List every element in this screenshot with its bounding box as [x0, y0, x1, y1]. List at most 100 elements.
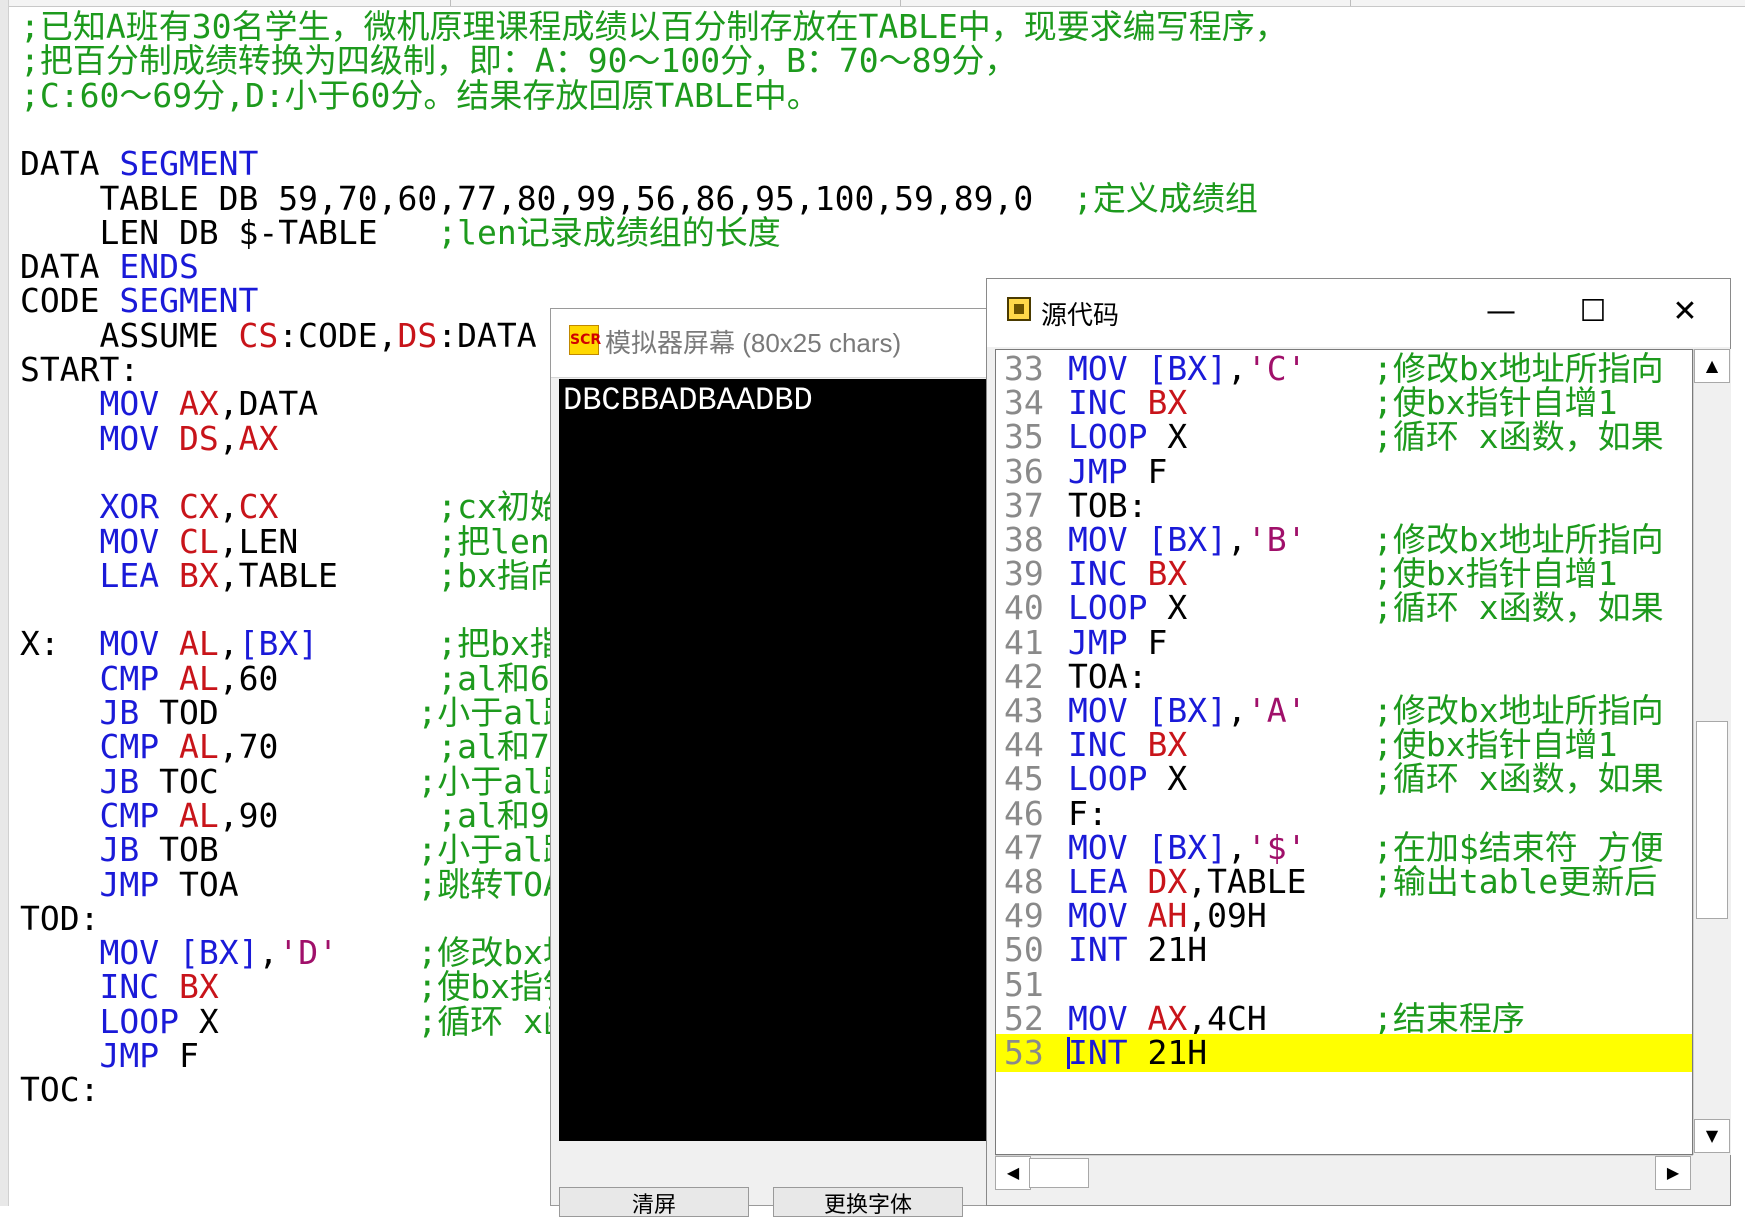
code-line[interactable]: ;C:60～69分,D:小于60分。结果存放回原TABLE中。 — [20, 75, 820, 115]
arrow-up-icon[interactable]: ▲ — [1694, 349, 1730, 383]
code-line[interactable]: CMP AL,60 ;al和60比较 — [20, 659, 635, 698]
code-token: AX — [178, 384, 219, 424]
chip-icon — [1007, 297, 1031, 321]
code-token: XOR — [99, 487, 179, 527]
code-token: MOV — [99, 521, 179, 561]
code-line[interactable]: DATA SEGMENT — [20, 145, 258, 183]
code-token: LOOP — [99, 1001, 199, 1041]
code-line[interactable]: ASSUME CS:CODE,DS:DATA — [20, 315, 536, 355]
code-token: 21H — [1147, 1033, 1208, 1072]
code-token: DATA — [20, 247, 120, 287]
code-token: DS — [397, 315, 438, 355]
code-token: MOV — [1068, 827, 1148, 867]
arrow-down-icon[interactable]: ▼ — [1694, 1119, 1730, 1153]
clear-screen-button[interactable]: 清屏 — [559, 1187, 749, 1217]
source-code-window[interactable]: 源代码 — ☐ ✕ 33 MOV [BX],'C' ;修改bx地址所指向 34 INC … — [986, 278, 1731, 1206]
code-token: MOV — [99, 624, 179, 664]
code-token: LOOP — [1068, 417, 1168, 457]
code-line[interactable]: JMP TOA ;跳转TOA — [20, 864, 563, 904]
code-line[interactable]: MOV [BX],'D' ;修改bx地址 — [20, 934, 609, 972]
code-token: ,70 — [218, 727, 279, 767]
vertical-scroll-thumb[interactable] — [1696, 721, 1728, 919]
code-line[interactable]: JB TOC ;小于al跳转 — [20, 761, 609, 801]
source-window-title: 源代码 — [1041, 300, 1120, 330]
code-token: MOV — [1068, 896, 1148, 936]
code-token: MOV — [1068, 998, 1148, 1038]
code-line[interactable]: LOOP X ;循环 x函数 — [20, 1001, 609, 1041]
code-token: AX — [1147, 998, 1188, 1038]
code-token: INC — [1068, 725, 1148, 765]
code-line[interactable]: X: MOV AL,[BX] ;把bx指向的 — [20, 625, 629, 663]
change-font-button[interactable]: 更换字体 — [773, 1187, 963, 1217]
code-token: ,TABLE — [218, 555, 338, 595]
code-token: DATA — [20, 144, 120, 184]
code-line[interactable]: INC BX ;使bx指针 — [20, 968, 576, 1006]
vertical-scrollbar[interactable]: ▲ ▼ — [1693, 349, 1731, 1155]
code-token: ,90 — [218, 795, 279, 835]
code-token: ;定义成绩组 — [1073, 178, 1258, 218]
code-token: TOC — [159, 761, 219, 801]
code-line[interactable]: CMP AL,90 ;al和90比较 — [20, 795, 635, 835]
code-line[interactable]: ;把百分制成绩转换为四级制，即：A：90～100分，B：70～89分， — [20, 42, 1017, 80]
code-token: X — [1167, 417, 1188, 457]
code-line[interactable]: MOV CL,LEN ;把len长度 — [20, 521, 615, 561]
text-caret — [1067, 1037, 1070, 1069]
code-token: :CODE, — [278, 315, 398, 355]
code-line[interactable]: CODE SEGMENT — [20, 282, 258, 320]
code-line[interactable]: TOD: — [20, 899, 99, 938]
code-line[interactable]: TABLE DB 59,70,60,77,80,99,56,86,95,100,… — [20, 178, 1258, 218]
line-number: 36 — [1004, 451, 1044, 491]
code-line[interactable]: MOV DS,AX — [20, 419, 278, 458]
source-code-editor[interactable]: 33 MOV [BX],'C' ;修改bx地址所指向 34 INC BX ;使bx指针自增… — [995, 349, 1693, 1155]
code-token: , — [1226, 349, 1247, 388]
code-line[interactable]: ;已知A班有30名学生，微机原理课程成绩以百分制存放在TABLE中，现要求编写程… — [20, 8, 1288, 46]
arrow-right-icon[interactable]: ▶ — [1655, 1156, 1691, 1190]
emulator-title-bar[interactable]: SCR 模拟器屏幕 (80x25 chars) — [551, 309, 994, 378]
code-line[interactable]: CMP AL,70 ;al和70比较 — [20, 727, 635, 767]
line-comment: ;结束程序 — [1373, 998, 1525, 1038]
line-number: 53 — [1004, 1033, 1044, 1072]
code-token: BX — [178, 555, 219, 595]
code-line[interactable]: START: — [20, 351, 139, 389]
code-line[interactable]: JB TOD ;小于al跳转 — [20, 694, 609, 732]
code-line[interactable]: LEN DB $-TABLE ;len记录成绩组的长度 — [20, 213, 780, 252]
code-line[interactable]: XOR CX,CX ;cx初始化 — [20, 487, 595, 527]
minimize-button[interactable]: — — [1457, 285, 1545, 339]
code-line[interactable]: JB TOB ;小于al跳转 — [20, 831, 609, 869]
close-button[interactable]: ✕ — [1641, 285, 1729, 339]
arrow-left-icon[interactable]: ◀ — [995, 1156, 1031, 1190]
code-token: ;把百分制成绩转换为四级制，即：A：90～100分，B：70～89分， — [20, 41, 1018, 81]
horizontal-scrollbar[interactable]: ◀ ▶ — [995, 1155, 1693, 1191]
code-token: ,4CH — [1187, 998, 1267, 1038]
source-title-bar[interactable]: 源代码 — ☐ ✕ — [987, 279, 1730, 347]
code-token: DX — [1147, 862, 1188, 901]
code-token: ;跳转TOA — [417, 864, 563, 904]
source-line[interactable]: 50 INT 21H — [996, 931, 1692, 969]
emulator-screen-window[interactable]: SCR 模拟器屏幕 (80x25 chars) DBCBBADBAADBD 清屏… — [550, 308, 996, 1217]
code-token: JB — [99, 761, 160, 801]
code-line[interactable]: JMP F — [20, 1037, 198, 1075]
code-token: X — [1167, 759, 1188, 799]
code-token: AL — [178, 624, 219, 664]
code-token: ;C:60～69分,D:小于60分。结果存放回原TABLE中。 — [20, 75, 820, 115]
code-token: [BX] — [238, 624, 319, 664]
emulator-title: 模拟器屏幕 (80x25 chars) — [605, 328, 902, 358]
code-line[interactable]: TOC: — [20, 1071, 99, 1109]
current-line[interactable]: 53 INT 21H — [996, 1033, 1692, 1072]
horizontal-scroll-thumb[interactable] — [1029, 1158, 1089, 1188]
code-line[interactable]: DATA ENDS — [20, 248, 199, 286]
maximize-button[interactable]: ☐ — [1549, 285, 1637, 339]
code-token: X: — [20, 624, 100, 664]
code-line[interactable]: MOV AX,DATA — [20, 385, 318, 423]
